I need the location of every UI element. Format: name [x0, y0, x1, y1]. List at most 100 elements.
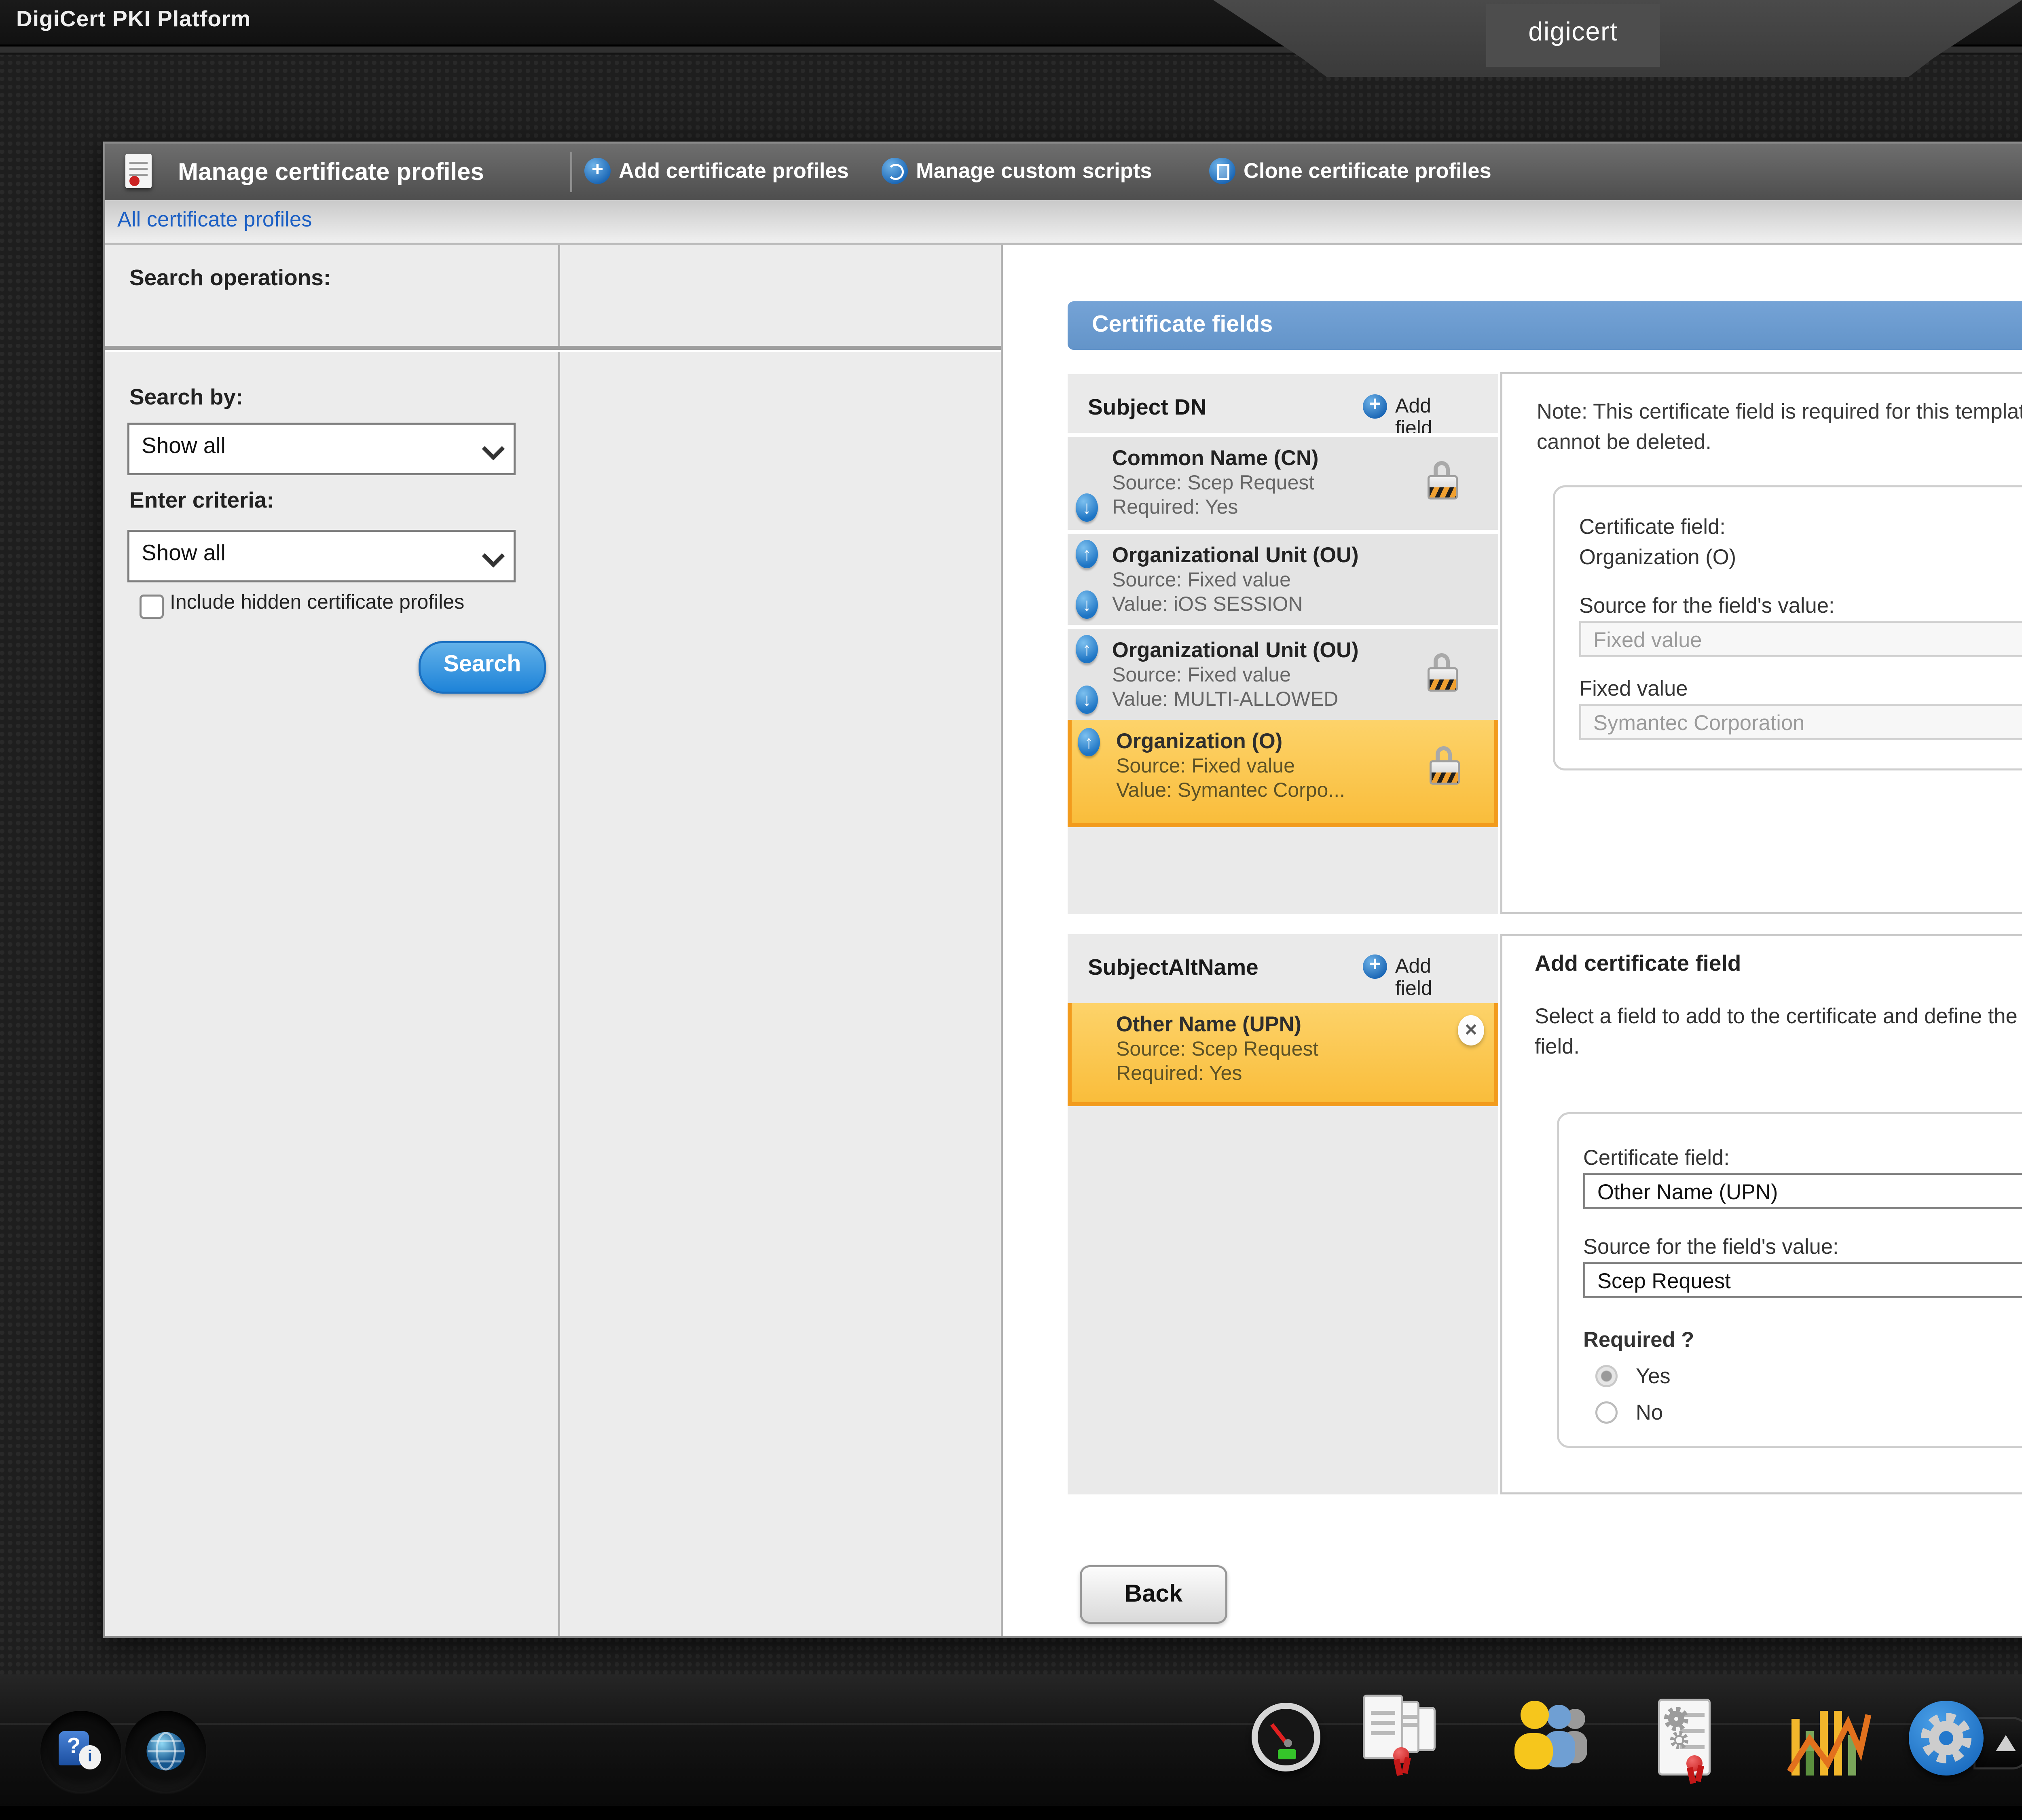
search-by-label: Search by: [129, 386, 243, 411]
subject-dn-title: Subject DN [1088, 396, 1206, 421]
organization-detail-panel: Note: This certificate field is required… [1500, 372, 2022, 914]
certificate-field-value: Organization (O) [1579, 546, 1736, 570]
help-button-well[interactable] [40, 1711, 121, 1792]
required-yes-label: Yes [1636, 1365, 1671, 1389]
source-label: Source for the field's value: [1579, 595, 1835, 619]
field-name: Organizational Unit (OU) [1112, 544, 1359, 568]
field-required: Required: Yes [1116, 1064, 1242, 1086]
lock-icon [1428, 461, 1458, 502]
window-body: Search operations: Search by: Show all E… [105, 245, 2022, 1636]
language-button-well[interactable] [125, 1711, 206, 1792]
chevron-down-icon [482, 438, 505, 461]
certificate-document-icon [125, 154, 152, 188]
chevron-down-icon [482, 545, 505, 568]
search-by-value: Show all [142, 435, 226, 459]
dock-divider [0, 1723, 2022, 1725]
menu-clone-certificate-profiles[interactable]: Clone certificate profiles [1244, 160, 1491, 184]
move-up-icon[interactable] [1078, 728, 1100, 756]
certificate-field-select[interactable]: Other Name (UPN) [1583, 1173, 2022, 1209]
field-source: Source: Fixed value [1112, 570, 1291, 593]
globe-icon[interactable] [146, 1731, 186, 1771]
required-yes-radio[interactable] [1595, 1365, 1618, 1387]
source-select-disabled: Fixed value [1579, 621, 2022, 657]
include-hidden-label: Include hidden certificate profiles [170, 593, 464, 615]
required-field-note: Note: This certificate field is required… [1537, 398, 2022, 459]
app-title: DigiCert PKI Platform [16, 8, 251, 32]
field-required: Required: Yes [1112, 497, 1238, 520]
delete-field-icon[interactable] [1458, 1015, 1484, 1045]
enter-criteria-value: Show all [142, 542, 226, 566]
required-no-label: No [1636, 1401, 1663, 1426]
field-value: Value: MULTI-ALLOWED [1112, 690, 1338, 712]
certificate-fields-header: Certificate fields [1068, 301, 2022, 350]
field-name: Other Name (UPN) [1116, 1013, 1301, 1037]
header-separator [570, 152, 572, 192]
move-down-icon[interactable] [1076, 590, 1098, 619]
clone-circle-icon [1209, 158, 1235, 184]
required-label: Required ? [1583, 1329, 1694, 1353]
new-field-form-box: Certificate field: Other Name (UPN) Sour… [1557, 1112, 2022, 1448]
field-name: Organizational Unit (OU) [1112, 639, 1359, 663]
help-icon[interactable] [59, 1731, 89, 1765]
certificates-icon[interactable] [1363, 1695, 1452, 1788]
plus-circle-icon [584, 158, 611, 184]
search-operations-label: Search operations: [129, 267, 331, 291]
users-icon[interactable] [1508, 1699, 1593, 1780]
source-label: Source for the field's value: [1583, 1236, 1839, 1260]
plus-circle-icon [1363, 394, 1387, 419]
menu-manage-custom-scripts[interactable]: Manage custom scripts [916, 160, 1152, 184]
certificate-fields-pane: Certificate fields Subject DN Add field … [1003, 245, 2022, 1636]
field-value: Value: iOS SESSION [1112, 595, 1303, 617]
field-item-other-name-upn-selected[interactable]: Other Name (UPN) Source: Scep Request Re… [1068, 1003, 1498, 1106]
expand-up-icon [1996, 1735, 2016, 1751]
subject-alt-name-list: SubjectAltName Add field Other Name (UPN… [1068, 934, 1498, 1494]
move-up-icon[interactable] [1076, 540, 1098, 568]
field-source: Source: Fixed value [1112, 665, 1291, 688]
breadcrumb[interactable]: All certificate profiles [117, 208, 312, 233]
doc-line [129, 168, 148, 170]
certificate-scripts-icon[interactable] [1658, 1699, 1719, 1788]
field-item-organization-selected[interactable]: Organization (O) Source: Fixed value Val… [1068, 720, 1498, 827]
lock-icon [1428, 653, 1458, 694]
fixed-value-label: Fixed value [1579, 677, 1688, 702]
enter-criteria-select[interactable]: Show all [127, 530, 516, 582]
reports-chart-icon[interactable] [1787, 1703, 1872, 1780]
dashboard-gauge-icon[interactable] [1252, 1703, 1320, 1771]
field-source: Source: Scep Request [1112, 473, 1314, 495]
required-no-radio[interactable] [1595, 1401, 1618, 1424]
settings-gear-icon[interactable] [1909, 1701, 1984, 1776]
field-item-ou-multi-allowed[interactable]: Organizational Unit (OU) Source: Fixed v… [1068, 625, 1498, 720]
organization-field-box: Certificate field: Organization (O) Sour… [1553, 485, 2022, 770]
search-button[interactable]: Search [419, 641, 546, 694]
add-field-label: Add field [1395, 957, 1432, 1001]
field-value: Value: Symantec Corpo... [1116, 781, 1345, 803]
field-item-ou-ios-session[interactable]: Organizational Unit (OU) Source: Fixed v… [1068, 530, 1498, 625]
move-down-icon[interactable] [1076, 493, 1098, 522]
screen: DigiCert PKI Platform digicert Manage ce… [0, 0, 2022, 1820]
field-name: Common Name (CN) [1112, 447, 1318, 471]
include-hidden-checkbox[interactable] [140, 595, 164, 619]
menu-add-certificate-profiles[interactable]: Add certificate profiles [619, 160, 849, 184]
add-certificate-field-description: Select a field to add to the certificate… [1535, 1003, 2022, 1064]
back-button[interactable]: Back [1080, 1565, 1227, 1624]
certificate-field-label: Certificate field: [1583, 1147, 1730, 1171]
source-select[interactable]: Scep Request [1583, 1262, 2022, 1298]
fixed-value: Symantec Corporation [1593, 708, 1804, 740]
digicert-logo: digicert [1486, 16, 1660, 47]
field-item-common-name[interactable]: Common Name (CN) Source: Scep Request Re… [1068, 433, 1498, 530]
subject-alt-name-title: SubjectAltName [1088, 957, 1258, 981]
certificate-field-value: Other Name (UPN) [1597, 1177, 1778, 1209]
field-name: Organization (O) [1116, 730, 1282, 754]
move-up-icon[interactable] [1076, 635, 1098, 663]
window-header: Manage certificate profiles Add certific… [105, 144, 2022, 200]
source-value: Scep Request [1597, 1266, 1731, 1298]
certificate-field-label: Certificate field: [1579, 516, 1726, 540]
move-down-icon[interactable] [1076, 686, 1098, 714]
search-by-select[interactable]: Show all [127, 423, 516, 475]
subject-dn-list: Subject DN Add field Common Name (CN) So… [1068, 374, 1498, 914]
enter-criteria-label: Enter criteria: [129, 489, 274, 514]
add-certificate-field-heading: Add certificate field [1535, 952, 1741, 977]
doc-line [129, 162, 148, 164]
add-certificate-field-panel: Add certificate field Select a field to … [1500, 934, 2022, 1494]
fixed-value-input-disabled: Symantec Corporation [1579, 704, 2022, 740]
